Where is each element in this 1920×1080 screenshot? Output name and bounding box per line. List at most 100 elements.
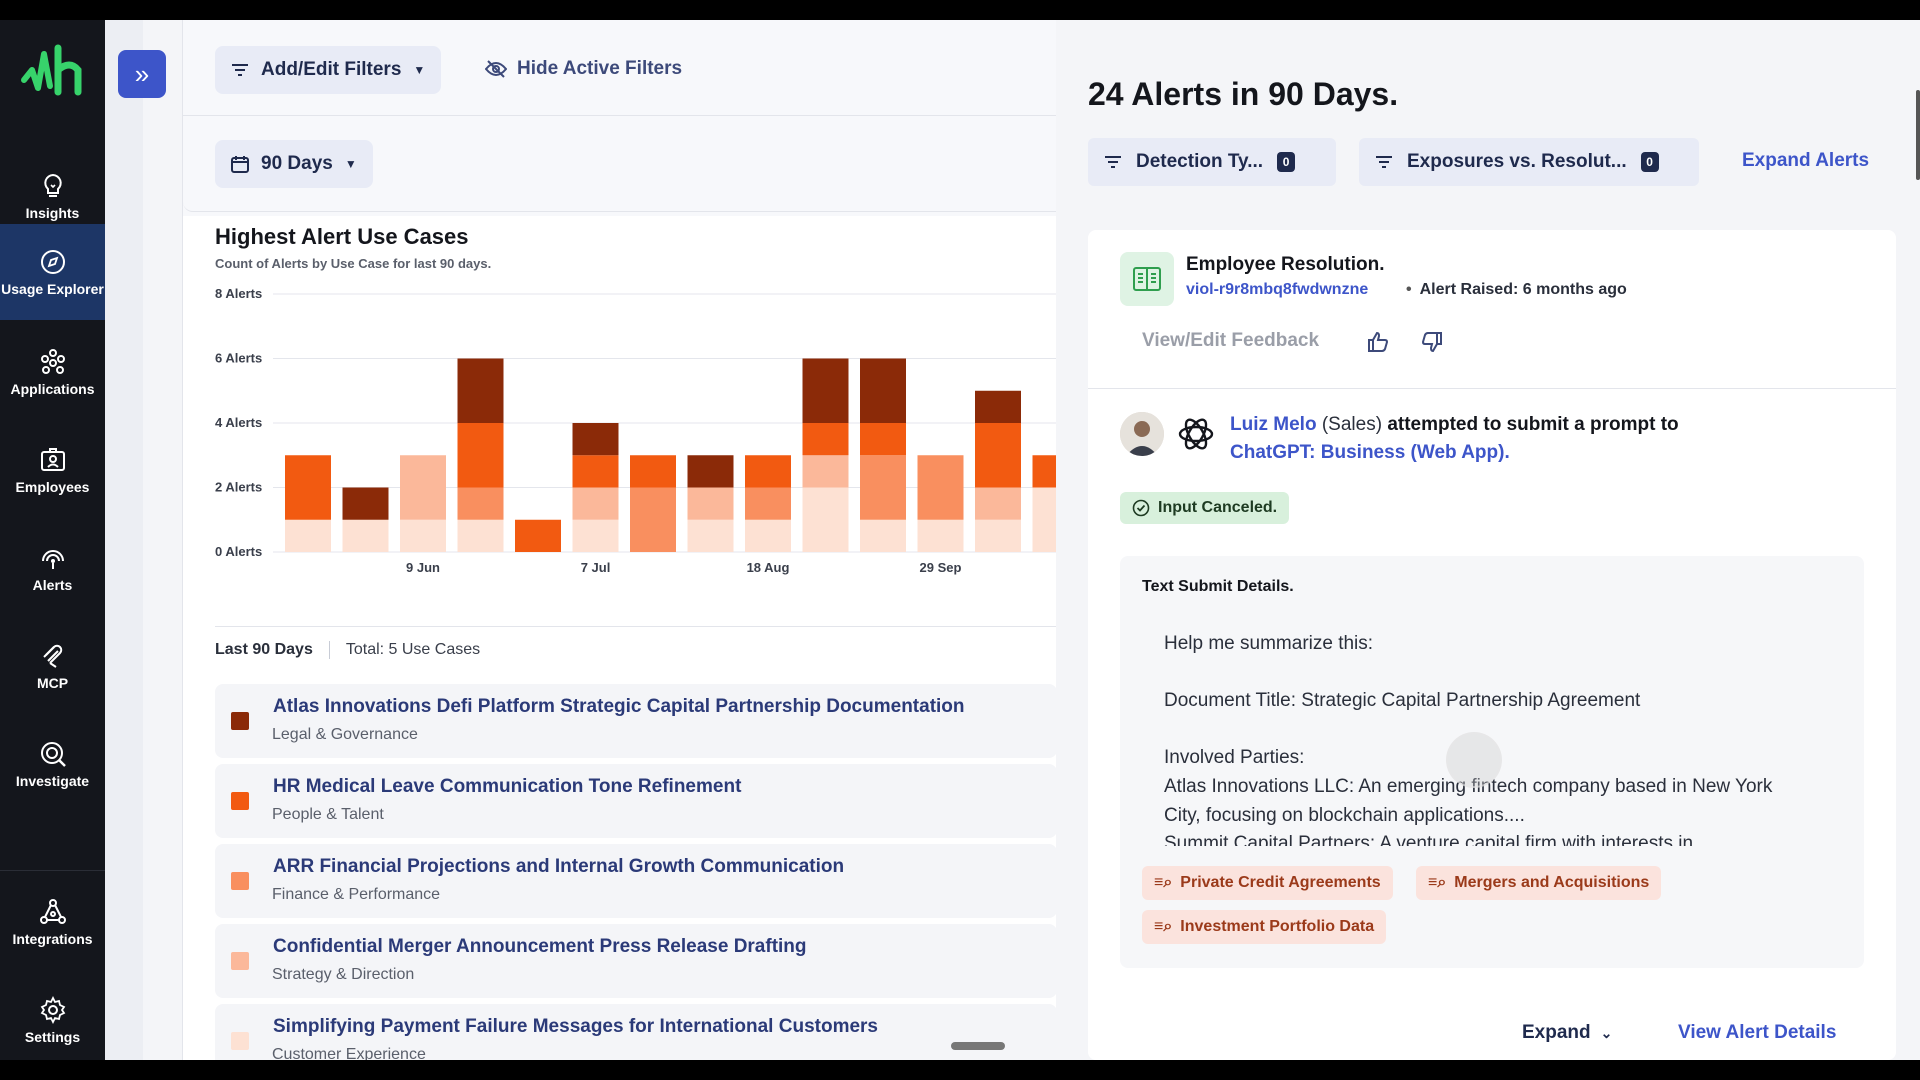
gear-icon [40, 995, 65, 1025]
bar-segment [630, 455, 676, 488]
legend-swatch [231, 792, 249, 810]
x-tick-label: 29 Sep [920, 560, 962, 575]
detection-type-filter[interactable]: Detection Ty... 0 [1088, 138, 1336, 186]
thumbs-up-icon[interactable] [1366, 330, 1390, 354]
event-description: Luiz Melo (Sales) attempted to submit a … [1230, 414, 1679, 436]
expand-button[interactable]: Expand ⌄ [1522, 1022, 1612, 1044]
user-name-link[interactable]: Luiz Melo [1230, 414, 1317, 435]
sidebar-item-integrations[interactable]: Integrations [0, 874, 105, 970]
exposures-filter[interactable]: Exposures vs. Resolut... 0 [1359, 138, 1699, 186]
data-category-tag[interactable]: ≡⌕ Investment Portfolio Data [1142, 910, 1387, 944]
data-category-tag[interactable]: ≡⌕ Mergers and Acquisitions [1416, 866, 1662, 900]
filter-count-badge: 0 [1277, 152, 1296, 172]
sidebar-item-investigate[interactable]: Investigate [0, 716, 105, 812]
use-case-item[interactable]: Simplifying Payment Failure Messages for… [215, 1004, 1057, 1060]
use-case-title[interactable]: Atlas Innovations Defi Platform Strategi… [273, 696, 965, 718]
filter-label: Detection Ty... [1136, 151, 1264, 172]
bar-segment [802, 487, 849, 552]
use-cases-header: Last 90 Days Total: 5 Use Cases [215, 626, 1057, 660]
sidebar: Insights Usage Explorer Applications Emp… [0, 20, 105, 1060]
use-case-item[interactable]: Confidential Merger Announcement Press R… [215, 924, 1057, 998]
bar-segment [917, 455, 964, 520]
expand-sidebar-button[interactable]: » [118, 50, 166, 98]
alert-card: Employee Resolution. viol-r9r8mbq8fwdwnz… [1088, 230, 1896, 1060]
sidebar-item-settings[interactable]: Settings [0, 972, 105, 1060]
use-case-title[interactable]: HR Medical Leave Communication Tone Refi… [273, 776, 741, 798]
bar-segment [457, 423, 504, 488]
view-edit-feedback-button[interactable]: View/Edit Feedback [1142, 330, 1319, 352]
app-name-link[interactable]: ChatGPT: Business (Web App). [1230, 442, 1510, 464]
bar-segment [572, 519, 619, 552]
legend-swatch [231, 1032, 249, 1050]
cursor-indicator [1446, 732, 1502, 788]
violation-id-link[interactable]: viol-r9r8mbq8fwdwnzne [1186, 281, 1368, 299]
calendar-icon [231, 156, 249, 173]
bar-segment [457, 519, 504, 552]
bar-segment [745, 487, 791, 520]
add-edit-filters-button[interactable]: Add/Edit Filters ▼ [215, 46, 442, 94]
date-range-bar: 90 Days ▼ [183, 116, 1057, 212]
sidebar-item-applications[interactable]: Applications [0, 324, 105, 420]
bar-segment [975, 423, 1021, 488]
sidebar-item-alerts[interactable]: Alerts [0, 520, 105, 616]
details-title: Text Submit Details. [1142, 578, 1294, 595]
bar-segment [975, 519, 1021, 552]
bar-segment [457, 358, 504, 423]
app-window: Insights Usage Explorer Applications Emp… [0, 20, 1920, 1060]
sidebar-item-label: Settings [24, 1029, 81, 1045]
bar-segment [860, 358, 906, 423]
hide-active-filters-button[interactable]: Hide Active Filters [485, 58, 682, 80]
eye-off-icon [485, 60, 507, 78]
legend-swatch [231, 872, 249, 890]
bar-segment [802, 455, 849, 488]
use-case-item[interactable]: ARR Financial Projections and Internal G… [215, 844, 1057, 918]
user-avatar [1120, 412, 1164, 456]
bar-segment [802, 423, 849, 456]
data-category-tag[interactable]: ≡⌕ Private Credit Agreements [1142, 866, 1393, 900]
use-case-item[interactable]: Atlas Innovations Defi Platform Strategi… [215, 684, 1057, 758]
chatgpt-logo-icon [1178, 418, 1214, 450]
use-case-title[interactable]: ARR Financial Projections and Internal G… [273, 856, 844, 878]
sidebar-item-label: Applications [10, 381, 95, 397]
sidebar-item-label: Employees [15, 479, 90, 495]
bar-segment [687, 487, 734, 520]
caret-down-icon: ▼ [413, 63, 426, 77]
resolution-title: Employee Resolution. [1186, 254, 1385, 275]
bar-segment [975, 487, 1021, 520]
bar-segment [400, 519, 446, 552]
expand-alerts-link[interactable]: Expand Alerts [1742, 150, 1869, 172]
horizontal-scrollbar[interactable] [951, 1042, 1005, 1050]
bar-segment [342, 519, 389, 552]
check-circle-icon [1132, 499, 1150, 517]
card-divider [1088, 388, 1896, 389]
bar-segment [285, 519, 331, 552]
use-case-title[interactable]: Simplifying Payment Failure Messages for… [273, 1016, 878, 1038]
alert-use-cases-card: Highest Alert Use Cases Count of Alerts … [183, 216, 1057, 1060]
sidebar-item-mcp[interactable]: MCP [0, 618, 105, 714]
view-alert-details-link[interactable]: View Alert Details [1678, 1022, 1836, 1044]
y-tick-label: 0 Alerts [215, 544, 262, 559]
date-range-select[interactable]: 90 Days ▼ [215, 140, 373, 188]
lightbulb-icon [43, 173, 62, 197]
app-logo[interactable] [18, 40, 88, 100]
sidebar-item-usage-explorer[interactable]: Usage Explorer [0, 224, 105, 320]
use-case-title[interactable]: Confidential Merger Announcement Press R… [273, 936, 807, 958]
thumbs-down-icon[interactable] [1420, 330, 1444, 354]
status-badge: Input Canceled. [1120, 492, 1290, 524]
sidebar-item-label: Alerts [32, 577, 73, 593]
sidebar-item-employees[interactable]: Employees [0, 422, 105, 518]
y-tick-label: 6 Alerts [215, 351, 262, 366]
tag-label: Mergers and Acquisitions [1454, 874, 1650, 891]
vertical-scrollbar[interactable] [1916, 90, 1920, 180]
bar-segment [687, 455, 734, 488]
expand-label: Expand [1522, 1022, 1591, 1043]
hide-active-filters-label: Hide Active Filters [517, 58, 683, 79]
sidebar-item-label: Insights [25, 205, 80, 221]
bar-segment [572, 455, 619, 488]
x-tick-label: 7 Jul [581, 560, 611, 575]
use-case-item[interactable]: HR Medical Leave Communication Tone Refi… [215, 764, 1057, 838]
legend-swatch [231, 952, 249, 970]
bar-segment [975, 390, 1021, 423]
use-case-category: Strategy & Direction [272, 966, 415, 983]
filters-bar: Add/Edit Filters ▼ Hide Active Filters [183, 20, 1057, 116]
